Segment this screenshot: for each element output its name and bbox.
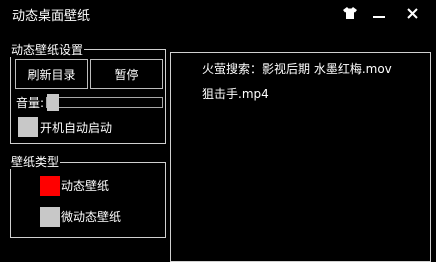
volume-slider[interactable] [46, 94, 163, 111]
skin-button[interactable] [339, 4, 361, 22]
file-list-item[interactable]: 火萤搜索：影视后期 水墨红梅.mov [202, 62, 392, 76]
window-title: 动态桌面壁纸 [12, 9, 91, 24]
type-option-micro-swatch[interactable] [40, 207, 60, 227]
minimize-button[interactable] [368, 4, 390, 22]
file-list-panel[interactable] [170, 52, 431, 262]
wallpaper-type-group [10, 162, 166, 238]
settings-group-title: 动态壁纸设置 [10, 43, 85, 57]
file-list-item[interactable]: 狙击手.mp4 [202, 87, 269, 101]
minimize-icon [373, 16, 385, 18]
type-option-dynamic-swatch[interactable] [40, 176, 60, 196]
volume-label: 音量: [16, 96, 45, 110]
wallpaper-type-title: 壁纸类型 [10, 155, 61, 169]
tshirt-icon [343, 7, 357, 19]
volume-slider-thumb[interactable] [47, 94, 59, 111]
autostart-label: 开机自动启动 [40, 121, 113, 135]
autostart-checkbox[interactable] [18, 117, 38, 137]
close-icon [406, 7, 418, 19]
close-button[interactable] [401, 4, 423, 22]
type-option-micro-label[interactable]: 微动态壁纸 [61, 210, 121, 224]
type-option-dynamic-label[interactable]: 动态壁纸 [61, 179, 109, 193]
pause-button[interactable]: 暂停 [90, 59, 163, 89]
refresh-button[interactable]: 刷新目录 [15, 59, 88, 89]
